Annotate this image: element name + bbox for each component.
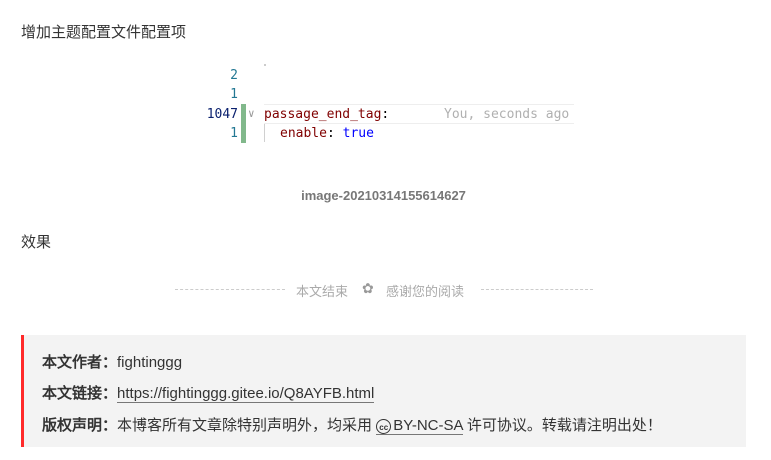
license-text-pre: 本博客所有文章除特别声明外，均采用 [117, 417, 373, 434]
author-label: 本文作者： [42, 354, 118, 371]
creative-commons-icon: cc [376, 418, 392, 434]
line-number-active: 1047 [206, 107, 238, 122]
code-line: passage_end_tag: [264, 107, 389, 122]
yaml-key: enable [280, 126, 327, 141]
paragraph-effect: 效果 [21, 234, 52, 251]
link-row: 本文链接：https://fightinggg.gitee.io/Q8AYFB.… [42, 382, 375, 403]
line-number: 1 [230, 126, 238, 141]
divider [481, 289, 593, 290]
line-number: 2 [230, 68, 238, 83]
indent-guide [264, 124, 265, 142]
author-row: 本文作者：fightinggg [42, 351, 182, 372]
license-row: 版权声明：本博客所有文章除特别声明外，均采用 cc BY-NC-SA 许可协议。转… [42, 414, 662, 435]
license-name: BY-NC-SA [393, 417, 463, 434]
post-end-tag: 本文结束 ✿ 感谢您的阅读 [175, 280, 593, 299]
yaml-value: true [342, 126, 374, 141]
license-link[interactable]: cc BY-NC-SA [376, 417, 463, 435]
yaml-key: passage_end_tag [264, 107, 382, 122]
yaml-sep: : [381, 107, 390, 122]
chevron-down-icon[interactable]: ∨ [248, 107, 255, 120]
yaml-sep: : [326, 126, 343, 141]
paw-icon: ✿ [362, 280, 374, 296]
end-tag-left-text: 本文结束 [296, 284, 349, 299]
post-link[interactable]: https://fightinggg.gitee.io/Q8AYFB.html [117, 385, 375, 403]
image-caption: image-20210314155614627 [301, 188, 466, 203]
license-text-post: 许可协议。转载请注明出处！ [466, 417, 662, 434]
divider [175, 289, 285, 290]
copyright-box: 本文作者：fightinggg 本文链接：https://fightinggg.… [21, 335, 746, 447]
paragraph-config: 增加主题配置文件配置项 [21, 24, 187, 41]
link-label: 本文链接： [42, 385, 118, 402]
cursor-dot [264, 64, 266, 66]
git-blame-annotation: You, seconds ago [444, 107, 570, 122]
author-name: fightinggg [117, 354, 183, 371]
end-tag-right-text: 感谢您的阅读 [386, 284, 465, 299]
code-line: enable: true [280, 126, 374, 141]
code-snippet: 2 1 1047 1 ∨ passage_end_tag: You, secon… [200, 60, 580, 150]
license-label: 版权声明： [42, 417, 118, 434]
git-change-bar [241, 104, 246, 143]
line-number: 1 [230, 87, 238, 102]
